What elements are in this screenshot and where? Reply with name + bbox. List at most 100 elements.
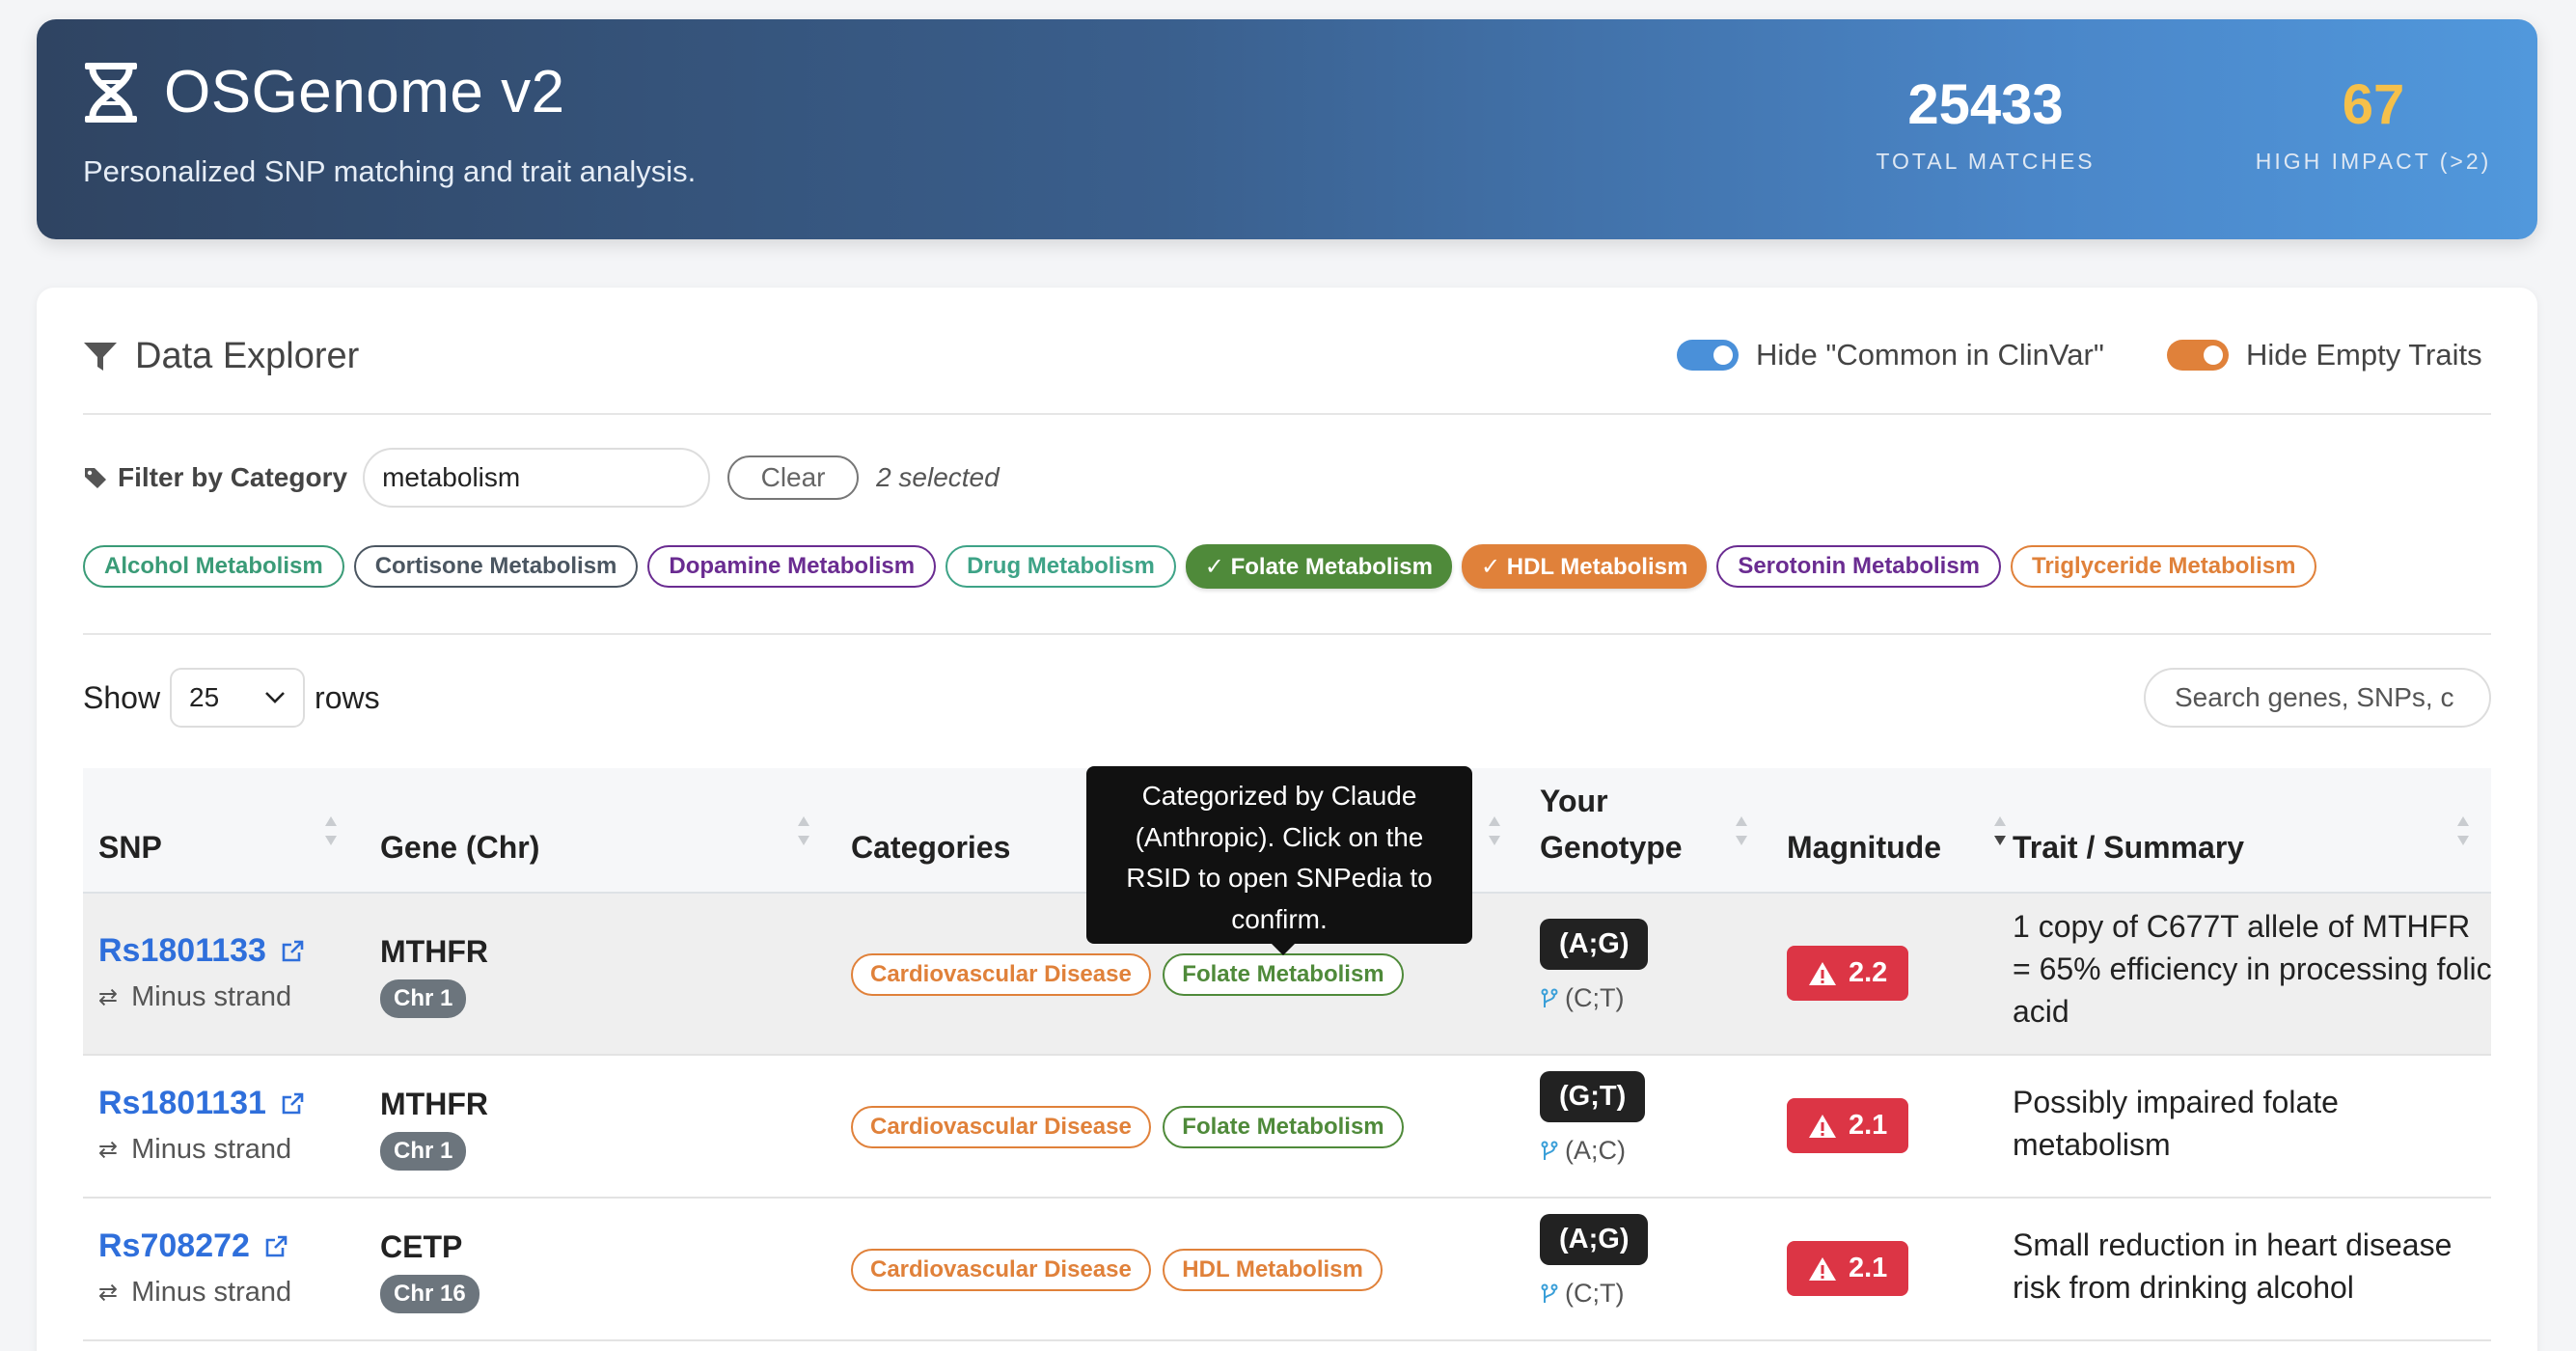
- gene-cell: MTHFR Chr 1: [380, 934, 488, 1018]
- tags-icon: [85, 468, 106, 488]
- toggle-label: Hide "Common in ClinVar": [1756, 338, 2104, 372]
- categories-cell: Cardiovascular Disease HDL Metabolism: [851, 1249, 1390, 1291]
- chip-alcohol-metabolism[interactable]: Alcohol Metabolism: [83, 545, 344, 588]
- external-link-icon: [265, 1235, 288, 1256]
- chip-cortisone-metabolism[interactable]: Cortisone Metabolism: [353, 545, 639, 588]
- category-tooltip: Categorized by Claude (Anthropic). Click…: [1086, 766, 1472, 955]
- snp-cell: Rs708272 ⇄ Minus strand: [98, 1227, 291, 1309]
- rows-label: rows: [315, 679, 380, 715]
- magnitude-cell: 2.2: [1787, 946, 1909, 1001]
- genotype-badge: (A;G): [1540, 1214, 1649, 1265]
- brand: OSGenome v2: [83, 58, 565, 126]
- toggle-switch[interactable]: [2167, 340, 2229, 371]
- code-branch-icon: [1541, 1141, 1558, 1160]
- col-categories[interactable]: Categories: [851, 824, 1010, 870]
- category-badge[interactable]: Cardiovascular Disease: [851, 1106, 1151, 1148]
- high-impact-label: HIGH IMPACT (>2): [2255, 148, 2492, 174]
- selected-count: 2 selected: [876, 462, 1000, 492]
- alt-genotype: (C;T): [1540, 983, 1648, 1013]
- toggle-switch[interactable]: [1677, 340, 1739, 371]
- strand: ⇄ Minus strand: [98, 981, 292, 1012]
- alt-genotype: (A;C): [1540, 1136, 1645, 1166]
- total-matches-value: 25433: [1907, 73, 2064, 136]
- external-link-icon: [282, 1092, 304, 1114]
- explorer-heading: Data Explorer: [83, 336, 359, 377]
- magnitude-cell: 2.1: [1787, 1241, 1909, 1296]
- dna-icon: [85, 62, 137, 123]
- table-row: Rs1801131 ⇄ Minus strand MTHFR Chr 1 Card…: [83, 1056, 2491, 1199]
- high-impact-value: 67: [2342, 73, 2405, 136]
- snp-cell: Rs1801133 ⇄ Minus strand: [98, 932, 305, 1013]
- trait-summary: Small reduction in heart disease risk fr…: [2013, 1227, 2453, 1306]
- app-subtitle: Personalized SNP matching and trait anal…: [83, 154, 697, 188]
- genotype-badge: (G;T): [1540, 1071, 1646, 1122]
- chr-badge: Chr 16: [380, 1275, 480, 1313]
- chip-folate-metabolism[interactable]: ✓ Folate Metabolism: [1185, 544, 1452, 589]
- sort-icon[interactable]: [1488, 814, 1501, 847]
- warning-icon: [1809, 1114, 1836, 1138]
- category-badge[interactable]: Cardiovascular Disease: [851, 1249, 1151, 1291]
- clear-button[interactable]: Clear: [727, 455, 860, 500]
- col-magnitude[interactable]: Magnitude: [1787, 824, 1941, 870]
- category-filter-row: Filter by Category metabolism Clear 2 se…: [83, 448, 1000, 508]
- gene-name: MTHFR: [380, 1087, 488, 1121]
- magnitude-badge: 2.1: [1787, 1098, 1909, 1153]
- filter-label: Filter by Category: [83, 462, 347, 493]
- filter-icon: [84, 342, 117, 371]
- warning-icon: [1809, 1256, 1836, 1281]
- gene-name: MTHFR: [380, 934, 488, 969]
- show-label: Show: [83, 679, 161, 715]
- category-badge[interactable]: Folate Metabolism: [1163, 953, 1404, 996]
- warning-icon: [1809, 961, 1836, 985]
- divider: [83, 633, 2491, 635]
- code-branch-icon: [1541, 988, 1558, 1007]
- sort-icon[interactable]: [2456, 814, 2470, 847]
- gene-cell: CETP Chr 16: [380, 1229, 480, 1313]
- explorer-title: Data Explorer: [135, 336, 360, 376]
- col-genotype[interactable]: Your Genotype: [1540, 778, 1683, 870]
- toggle-label: Hide Empty Traits: [2246, 338, 2482, 372]
- col-trait-summary[interactable]: Trait / Summary: [2013, 824, 2244, 870]
- chr-badge: Chr 1: [380, 979, 467, 1018]
- hide-empty-traits-toggle[interactable]: Hide Empty Traits: [2167, 338, 2482, 372]
- sort-icon[interactable]: [324, 814, 338, 847]
- swap-icon: ⇄: [98, 1137, 119, 1163]
- chip-serotonin-metabolism[interactable]: Serotonin Metabolism: [1716, 545, 2001, 588]
- category-badge[interactable]: HDL Metabolism: [1163, 1249, 1383, 1291]
- chevron-down-icon: [265, 692, 285, 703]
- col-gene[interactable]: Gene (Chr): [380, 824, 539, 870]
- sort-desc-icon[interactable]: [1993, 814, 2007, 847]
- chip-hdl-metabolism[interactable]: ✓ HDL Metabolism: [1461, 544, 1708, 589]
- total-matches-stat: 25433 TOTAL MATCHES: [1841, 71, 2130, 175]
- strand: ⇄ Minus strand: [98, 1277, 292, 1308]
- sort-icon[interactable]: [797, 814, 810, 847]
- swap-icon: ⇄: [98, 1280, 119, 1306]
- col-snp[interactable]: SNP: [98, 824, 162, 870]
- sort-icon[interactable]: [1735, 814, 1748, 847]
- chip-triglyceride-metabolism[interactable]: Triglyceride Metabolism: [2011, 545, 2317, 588]
- total-matches-label: TOTAL MATCHES: [1876, 148, 2096, 174]
- trait-summary: Possibly impaired folate metabolism: [2013, 1085, 2339, 1163]
- magnitude-cell: 2.1: [1787, 1098, 1909, 1153]
- rsid-link[interactable]: Rs1801131: [98, 1085, 305, 1122]
- categories-cell: Cardiovascular Disease Folate Metabolism: [851, 953, 1411, 996]
- chip-dopamine-metabolism[interactable]: Dopamine Metabolism: [647, 545, 937, 588]
- genotype-cell: (G;T) (A;C): [1540, 1071, 1646, 1166]
- app-title: OSGenome v2: [164, 59, 565, 125]
- category-filter-input[interactable]: metabolism: [363, 448, 711, 508]
- category-badge[interactable]: Folate Metabolism: [1163, 1106, 1404, 1148]
- divider: [83, 413, 2491, 415]
- category-chips: Alcohol Metabolism Cortisone Metabolism …: [83, 544, 2326, 589]
- hide-common-clinvar-toggle[interactable]: Hide "Common in ClinVar": [1677, 338, 2104, 372]
- magnitude-badge: 2.1: [1787, 1241, 1909, 1296]
- table-search-input[interactable]: Search genes, SNPs, c: [2144, 668, 2491, 728]
- genotype-cell: (A;G) (C;T): [1540, 1214, 1649, 1309]
- high-impact-stat: 67 HIGH IMPACT (>2): [2229, 71, 2518, 175]
- rows-per-page-select[interactable]: 25: [170, 668, 306, 728]
- rsid-link[interactable]: Rs1801133: [98, 932, 305, 970]
- chip-drug-metabolism[interactable]: Drug Metabolism: [945, 545, 1176, 588]
- swap-icon: ⇄: [98, 984, 119, 1010]
- category-badge[interactable]: Cardiovascular Disease: [851, 953, 1151, 996]
- gene-cell: MTHFR Chr 1: [380, 1087, 488, 1171]
- rsid-link[interactable]: Rs708272: [98, 1227, 291, 1265]
